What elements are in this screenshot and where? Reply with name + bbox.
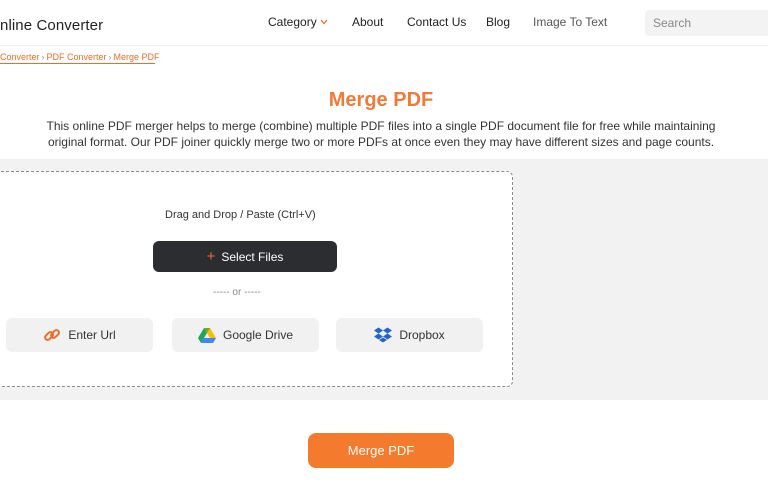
file-dropzone[interactable] bbox=[0, 171, 513, 387]
nav-category-label: Category bbox=[268, 15, 317, 29]
nav-category[interactable]: Category bbox=[268, 15, 328, 29]
nav-image-to-text[interactable]: Image To Text bbox=[533, 15, 607, 29]
breadcrumb-item-pdf-converter[interactable]: PDF Converter bbox=[47, 52, 107, 62]
google-drive-button[interactable]: Google Drive bbox=[172, 318, 319, 352]
dropbox-icon bbox=[374, 327, 393, 343]
search-box bbox=[645, 10, 768, 36]
merge-pdf-button[interactable]: Merge PDF bbox=[308, 433, 454, 468]
enter-url-label: Enter Url bbox=[68, 328, 116, 342]
enter-url-button[interactable]: Enter Url bbox=[6, 318, 153, 352]
plus-icon: + bbox=[206, 248, 216, 265]
breadcrumb-separator: › bbox=[41, 52, 45, 62]
breadcrumb-item-merge-pdf: Merge PDF bbox=[113, 52, 160, 62]
select-files-button[interactable]: + Select Files bbox=[153, 241, 337, 272]
link-icon bbox=[43, 326, 61, 344]
breadcrumb-underline bbox=[0, 63, 155, 64]
drag-drop-hint: Drag and Drop / Paste (Ctrl+V) bbox=[165, 209, 316, 221]
page-description: This online PDF merger helps to merge (c… bbox=[46, 119, 716, 149]
breadcrumb-separator: › bbox=[108, 52, 112, 62]
nav-contact[interactable]: Contact Us bbox=[407, 15, 466, 29]
dropbox-button[interactable]: Dropbox bbox=[336, 318, 483, 352]
nav-blog[interactable]: Blog bbox=[486, 15, 510, 29]
chevron-down-icon bbox=[320, 17, 328, 27]
page-title: Merge PDF bbox=[328, 89, 434, 111]
nav-about[interactable]: About bbox=[352, 15, 383, 29]
dropbox-label: Dropbox bbox=[399, 328, 445, 342]
google-drive-label: Google Drive bbox=[222, 328, 294, 342]
site-header: nline Converter Category About Contact U… bbox=[0, 0, 768, 46]
breadcrumb: Converter › PDF Converter › Merge PDF bbox=[0, 52, 160, 62]
breadcrumb-item-converter[interactable]: Converter bbox=[0, 52, 40, 62]
or-divider: ----- or ----- bbox=[213, 287, 261, 298]
site-logo[interactable]: nline Converter bbox=[0, 17, 103, 34]
search-input[interactable] bbox=[645, 10, 768, 36]
select-files-label: Select Files bbox=[221, 249, 284, 264]
google-drive-icon bbox=[197, 327, 216, 343]
